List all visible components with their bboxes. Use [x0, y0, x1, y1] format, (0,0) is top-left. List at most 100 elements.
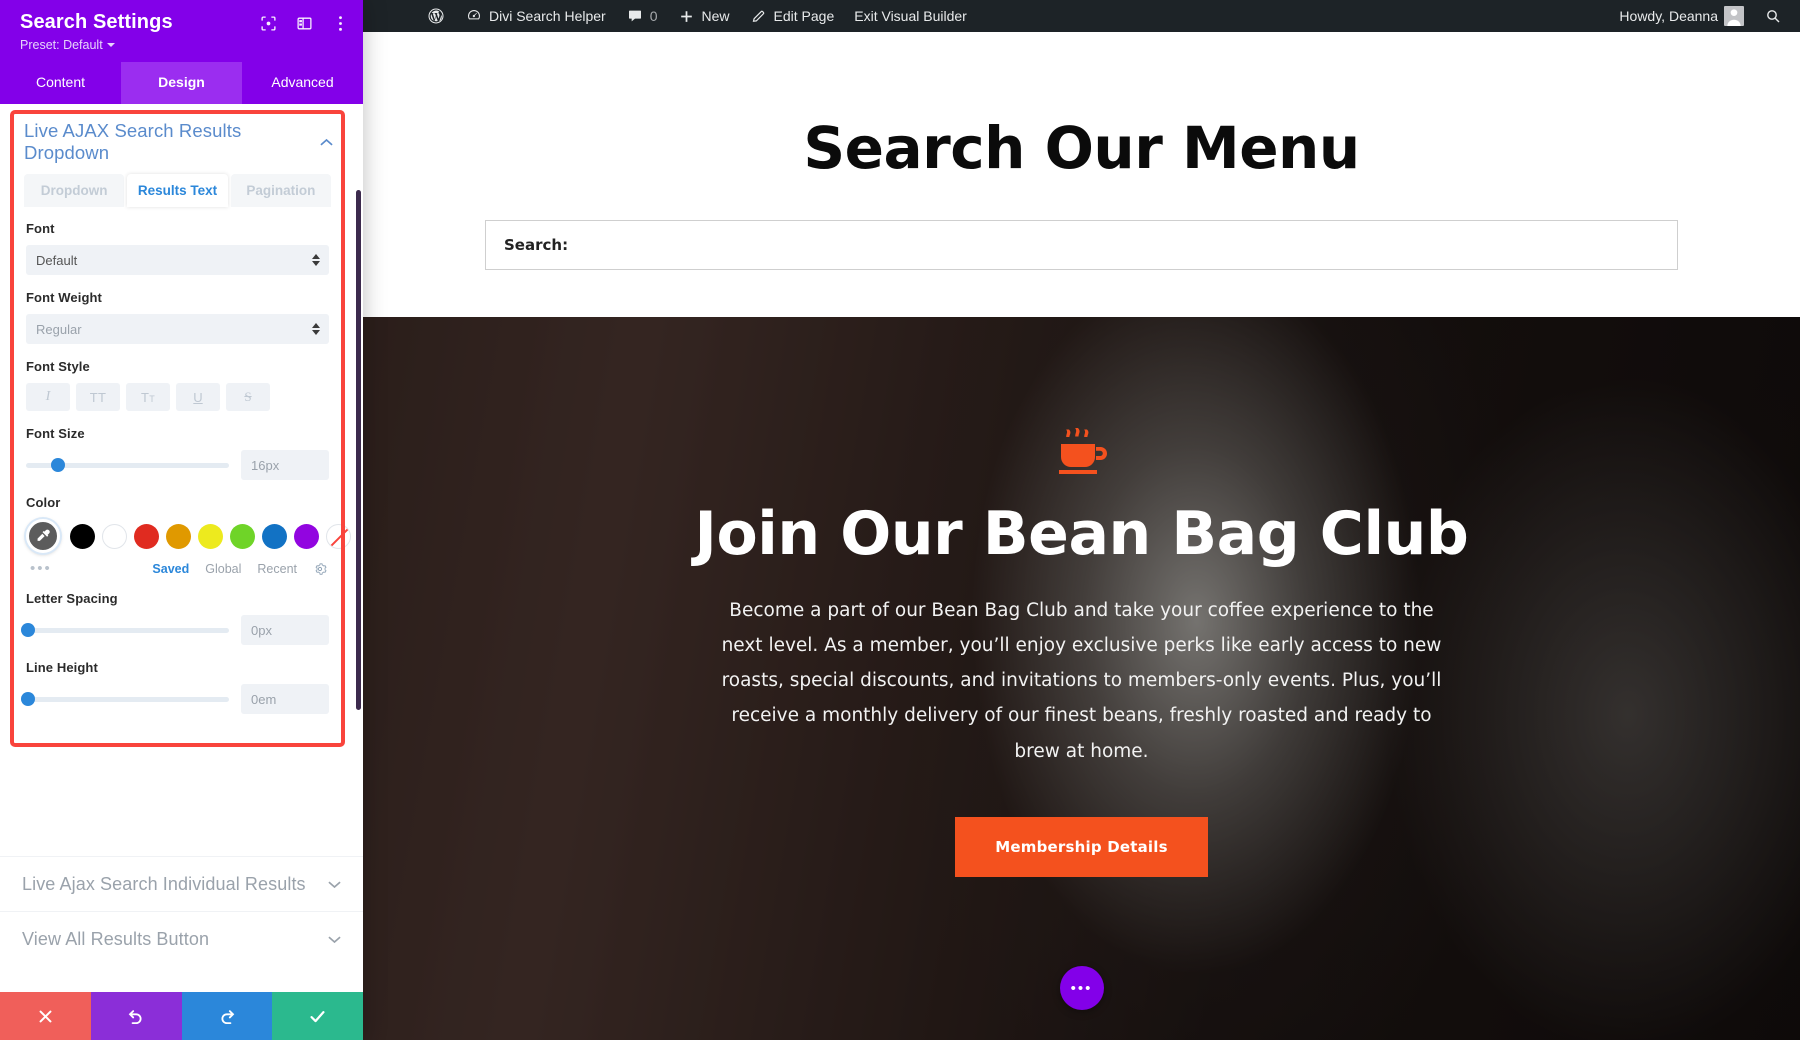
tab-design[interactable]: Design	[121, 62, 242, 104]
swatch-transparent[interactable]	[326, 523, 351, 549]
wp-logo-menu[interactable]	[417, 0, 455, 32]
font-size-label: Font Size	[26, 426, 85, 441]
field-letter-spacing: Letter Spacing 0px	[21, 591, 329, 645]
undo-icon	[127, 1007, 146, 1026]
color-link-saved[interactable]: Saved	[152, 562, 189, 576]
panel-title: Search Settings	[20, 11, 173, 33]
new-label: New	[701, 8, 730, 24]
kebab-menu-icon[interactable]	[331, 14, 349, 32]
membership-details-button[interactable]: Membership Details	[955, 816, 1208, 877]
gear-icon[interactable]	[313, 562, 327, 576]
chevron-down-icon[interactable]	[328, 877, 341, 892]
close-icon	[37, 1008, 54, 1025]
line-height-value-input[interactable]: 0em	[241, 684, 329, 714]
chevron-down-icon[interactable]	[328, 932, 341, 947]
swatch-black[interactable]	[70, 523, 95, 549]
more-colors-button[interactable]: •••	[30, 561, 52, 576]
subtab-pagination[interactable]: Pagination	[230, 174, 331, 207]
swatch-blue[interactable]	[262, 523, 287, 549]
site-name-menu[interactable]: Divi Search Helper	[455, 0, 616, 32]
color-source-links: Saved Global Recent	[152, 562, 327, 576]
slider-knob[interactable]	[51, 458, 66, 472]
new-content-menu[interactable]: New	[668, 0, 740, 32]
divi-builder-fab-button[interactable]: •••	[1059, 966, 1104, 1010]
swatch-purple[interactable]	[294, 523, 319, 549]
page-title: Search Our Menu	[803, 114, 1360, 182]
color-link-recent[interactable]: Recent	[257, 562, 297, 576]
small-caps-button[interactable]: TT	[126, 383, 170, 411]
hero-body-text: Become a part of our Bean Bag Club and t…	[721, 600, 1442, 762]
exit-builder-label: Exit Visual Builder	[854, 8, 967, 24]
subtab-dropdown[interactable]: Dropdown	[24, 174, 125, 207]
section-header[interactable]: Live AJAX Search Results Dropdown	[14, 114, 341, 172]
wordpress-logo-icon	[427, 7, 445, 25]
focus-target-icon[interactable]	[259, 14, 277, 32]
field-font: Font Default	[26, 221, 329, 275]
swatch-orange[interactable]	[166, 523, 191, 549]
panel-action-bar	[0, 992, 363, 1040]
letter-spacing-value-input[interactable]: 0px	[241, 615, 329, 645]
section-live-ajax-search-individual-results[interactable]: Live Ajax Search Individual Results	[0, 856, 363, 911]
my-account-menu[interactable]: Howdy, Deanna	[1609, 0, 1754, 32]
font-size-value: 16px	[251, 457, 280, 473]
screen-root: Divi Search Helper 0 New Edit Page Exit …	[0, 0, 1800, 1040]
preset-label: Preset: Default	[20, 38, 103, 52]
cancel-button[interactable]	[0, 992, 91, 1040]
coffee-cup-icon	[363, 427, 1800, 477]
chevron-up-icon[interactable]	[320, 135, 333, 150]
section-subtabs: Dropdown Results Text Pagination	[14, 174, 341, 207]
letter-spacing-label: Letter Spacing	[26, 591, 118, 606]
pencil-icon	[750, 7, 768, 25]
subtab-results-text[interactable]: Results Text	[127, 174, 228, 207]
letter-spacing-slider[interactable]	[21, 621, 229, 639]
dashboard-icon	[465, 7, 483, 25]
caret-down-icon	[106, 43, 115, 47]
divi-settings-panel: Search Settings Preset: Default Content …	[0, 0, 363, 1040]
field-line-height: Line Height 0em	[21, 660, 329, 714]
swatch-green[interactable]	[230, 523, 255, 549]
field-font-style: Font Style I TT TT U S	[26, 359, 329, 411]
strikethrough-button[interactable]: S	[226, 383, 270, 411]
underline-button[interactable]: U	[176, 383, 220, 411]
redo-button[interactable]	[181, 992, 273, 1040]
tab-advanced[interactable]: Advanced	[242, 62, 363, 104]
line-height-slider[interactable]	[21, 690, 229, 708]
uppercase-button[interactable]: TT	[76, 383, 120, 411]
admin-bar-search-button[interactable]	[1754, 0, 1792, 32]
italic-button[interactable]: I	[26, 383, 70, 411]
tab-content[interactable]: Content	[0, 62, 121, 104]
font-size-slider[interactable]	[26, 456, 229, 474]
save-button[interactable]	[272, 992, 363, 1040]
small-caps-glyph: TT	[140, 389, 156, 405]
undo-button[interactable]	[90, 992, 182, 1040]
swatch-white[interactable]	[102, 523, 127, 549]
swatch-yellow[interactable]	[198, 523, 223, 549]
exit-visual-builder-link[interactable]: Exit Visual Builder	[844, 0, 977, 32]
panel-body: Live AJAX Search Results Dropdown Dropdo…	[0, 104, 363, 992]
slider-knob[interactable]	[21, 623, 36, 637]
eyedropper-icon[interactable]	[26, 519, 60, 553]
slider-track	[26, 627, 229, 633]
plus-icon	[678, 7, 696, 25]
section-view-all-results-button[interactable]: View All Results Button	[0, 911, 363, 966]
preset-selector[interactable]: Preset: Default	[20, 38, 173, 52]
search-input-label: Search:	[504, 236, 569, 254]
font-select[interactable]: Default	[26, 245, 329, 275]
font-size-value-input[interactable]: 16px	[241, 450, 329, 480]
edit-page-link[interactable]: Edit Page	[740, 0, 845, 32]
comments-menu[interactable]: 0	[616, 0, 668, 32]
panel-scrollbar[interactable]	[356, 190, 361, 710]
hero-title: Join Our Bean Bag Club	[694, 499, 1469, 569]
layout-columns-icon[interactable]	[295, 14, 313, 32]
color-link-global[interactable]: Global	[205, 562, 241, 576]
section-title: Live Ajax Search Individual Results	[22, 873, 306, 894]
font-select-value: Default	[36, 252, 78, 268]
search-input[interactable]: Search:	[485, 220, 1678, 270]
swatch-red[interactable]	[134, 523, 159, 549]
font-weight-select[interactable]: Regular	[26, 314, 329, 344]
color-meta-row: ••• Saved Global Recent	[26, 559, 329, 576]
admin-bar-left-group: Divi Search Helper 0 New Edit Page Exit …	[417, 0, 977, 32]
letter-spacing-value: 0px	[251, 622, 272, 638]
search-icon	[1764, 7, 1782, 25]
slider-knob[interactable]	[21, 692, 36, 706]
